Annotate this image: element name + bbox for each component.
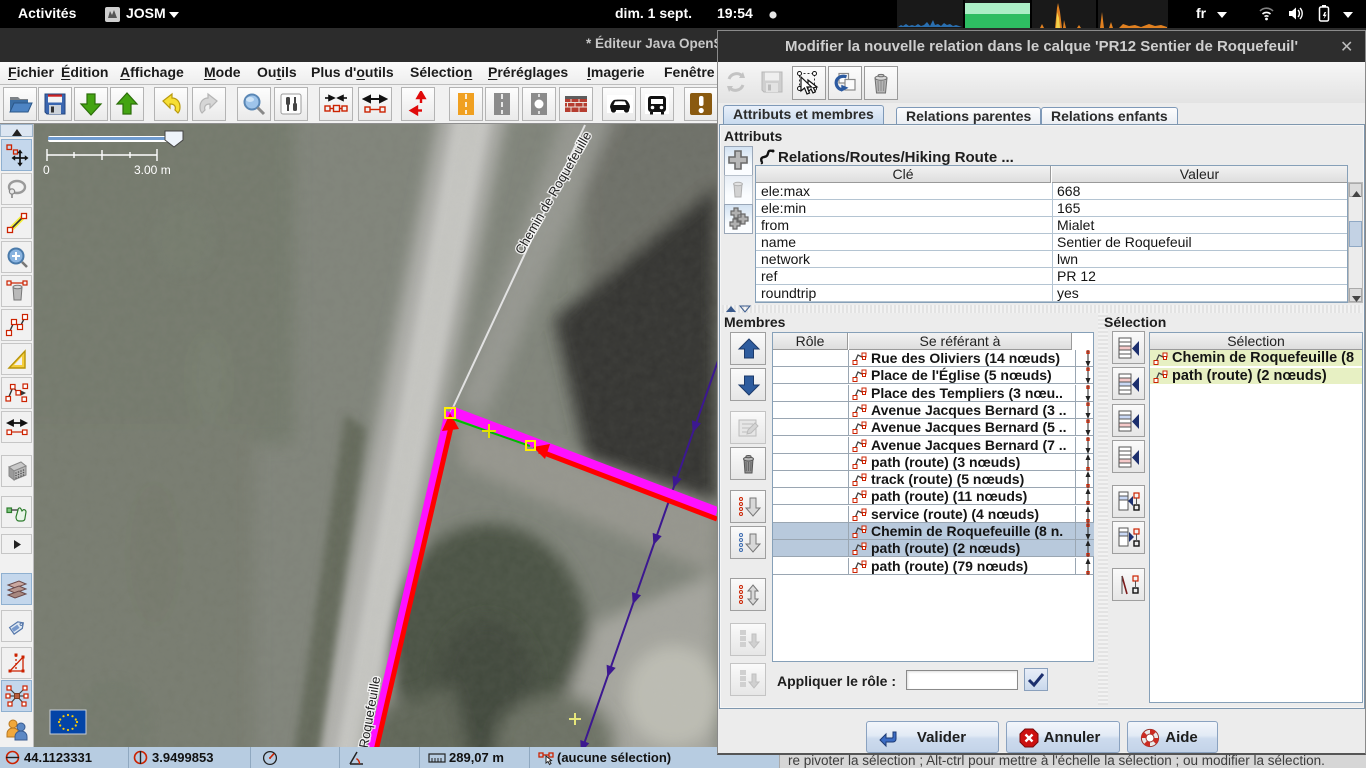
- svg-text:3.00 m: 3.00 m: [134, 163, 171, 177]
- svg-text:0: 0: [43, 163, 50, 177]
